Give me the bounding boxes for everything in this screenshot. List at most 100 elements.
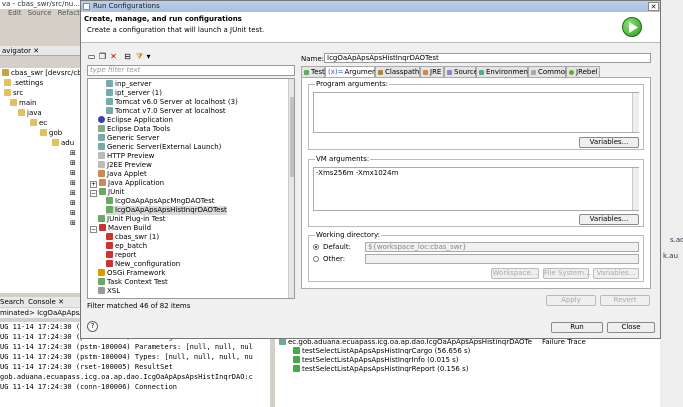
project-icon: [2, 69, 9, 76]
junit-results: ec.gob.aduana.ecuapass.icg.oa.ap.dao.Icg…: [275, 338, 683, 407]
tab-test[interactable]: Test: [301, 66, 325, 77]
tab-environment[interactable]: Environment: [476, 66, 531, 77]
tree-item[interactable]: Eclipse Application: [98, 116, 173, 125]
working-directory-label: Working directory:: [315, 231, 381, 239]
generic-server-icon: [98, 134, 105, 141]
tree-item-java[interactable]: java: [0, 108, 80, 118]
tree-item[interactable]: J2EE Preview: [98, 161, 152, 170]
maven-icon: [99, 224, 106, 231]
tree-item-project[interactable]: cbas_swr [devsrc/cbas: [0, 68, 80, 78]
help-icon[interactable]: ?: [87, 321, 98, 332]
tree-scrollbar[interactable]: [288, 79, 294, 298]
tree-item-settings[interactable]: .settings: [0, 78, 80, 88]
collapse-icon[interactable]: −: [90, 190, 97, 197]
console-line: UG 11-14 17:24:30 (rset-100005) ResultSe…: [0, 363, 173, 371]
junit-test-row[interactable]: testSelectListApApsApsHistInqrReport (0.…: [275, 365, 683, 374]
junit-suite-icon: [279, 338, 286, 345]
maven-icon: [106, 242, 113, 249]
expand-icon[interactable]: +: [90, 181, 97, 188]
tree-item[interactable]: − Maven Build: [90, 224, 151, 233]
duplicate-icon[interactable]: ❐: [98, 52, 107, 61]
tab-jrebel[interactable]: JRebel: [566, 66, 600, 77]
variables-button[interactable]: Variables...: [593, 268, 639, 279]
other-radio[interactable]: [313, 256, 319, 262]
tree-item[interactable]: inp_server: [106, 80, 151, 89]
collapse-icon[interactable]: −: [90, 226, 97, 233]
delete-icon[interactable]: ✕: [109, 52, 118, 61]
program-arguments-scrollbar[interactable]: [632, 93, 639, 132]
apply-button[interactable]: Apply: [546, 295, 596, 306]
tab-jre[interactable]: JRE: [420, 66, 444, 77]
tab-console[interactable]: Console ✕: [28, 298, 64, 306]
tree-item-main[interactable]: main: [0, 98, 80, 108]
collapse-all-icon[interactable]: ⊟: [123, 52, 132, 61]
tree-item[interactable]: cbas_swr (1): [106, 233, 159, 242]
menu-source[interactable]: Source: [28, 9, 52, 17]
tree-item[interactable]: HTTP Preview: [98, 152, 154, 161]
run-button[interactable]: Run: [551, 322, 603, 333]
tree-item[interactable]: New_configuration: [106, 260, 180, 269]
tree-item[interactable]: Tomcat v6.0 Server at localhost (3): [106, 98, 238, 107]
tab-classpath[interactable]: Classpath: [375, 66, 420, 77]
folder-icon: [40, 129, 47, 136]
tree-item-gob[interactable]: gob: [0, 128, 80, 138]
maven-icon: [106, 233, 113, 240]
tree-item[interactable]: Java Applet: [98, 170, 147, 179]
eclipse-menubar: Edit Source Refactor: [0, 9, 87, 18]
program-arguments-input[interactable]: [313, 92, 639, 133]
junit-test-icon: [106, 197, 113, 204]
tree-item[interactable]: + Java Application: [90, 179, 164, 188]
tree-item[interactable]: Eclipse Data Tools: [98, 125, 170, 134]
failure-trace-label: Failure Trace: [541, 338, 586, 346]
tree-item[interactable]: ipt_server (1): [106, 89, 162, 98]
tab-common[interactable]: Common: [528, 66, 570, 77]
tree-item[interactable]: − JUnit: [90, 188, 124, 197]
tree-item[interactable]: ep_batch: [106, 242, 147, 251]
tree-item[interactable]: IcgOaApApsApcMngDAOTest: [106, 197, 215, 206]
tree-item-src[interactable]: src: [0, 88, 80, 98]
tab-source[interactable]: Source: [444, 66, 478, 77]
tree-item[interactable]: OSGi Framework: [98, 269, 165, 278]
tree-item-ec[interactable]: ec: [0, 118, 80, 128]
console-line: gob.aduana.ecuapass.icg.oa.ap.dao.IcgOaA…: [0, 373, 253, 381]
junit-root[interactable]: ec.gob.aduana.ecuapass.icg.oa.ap.dao.Icg…: [275, 338, 683, 347]
file-system-button[interactable]: File System...: [543, 268, 591, 279]
editor-fragment: k.au: [663, 252, 679, 260]
new-config-icon[interactable]: ▭: [87, 52, 96, 61]
tree-item[interactable]: Generic Server(External Launch): [98, 143, 221, 152]
dialog-title: Run Configurations: [93, 2, 160, 10]
tree-item[interactable]: Task Context Test: [98, 278, 168, 287]
close-icon[interactable]: ✕: [648, 2, 659, 11]
tree-item[interactable]: Generic Server: [98, 134, 159, 143]
vm-variables-button[interactable]: Variables...: [579, 214, 639, 225]
close-button[interactable]: Close: [607, 322, 655, 333]
run-config-icon: [83, 3, 90, 10]
filter-input[interactable]: type filter text: [87, 65, 295, 76]
junit-test-row[interactable]: testSelectListApApsApsHistInqrInfo (0.01…: [275, 356, 683, 365]
vm-arguments-scrollbar[interactable]: [632, 168, 639, 210]
tree-item-adu[interactable]: adu: [0, 138, 80, 148]
scrollbar-thumb[interactable]: [290, 97, 294, 177]
tree-item[interactable]: XSL: [98, 287, 120, 296]
test-pass-icon: [293, 365, 300, 372]
revert-button[interactable]: Revert: [600, 295, 650, 306]
program-variables-button[interactable]: Variables...: [579, 137, 639, 148]
junit-test-row[interactable]: testSelectListApApsApsHistInqrCargo (56.…: [275, 347, 683, 356]
tree-item[interactable]: JUnit Plug-in Test: [98, 215, 166, 224]
menu-edit[interactable]: Edit: [8, 9, 22, 17]
chevron-down-icon[interactable]: ▾: [144, 52, 153, 61]
server-icon: [106, 98, 113, 105]
tab-search[interactable]: Search: [0, 298, 24, 306]
vm-arguments-input[interactable]: -Xms256m -Xmx1024m: [313, 167, 639, 211]
navigator-tree: cbas_swr [devsrc/cbas .settings src main…: [0, 68, 80, 293]
default-radio[interactable]: [313, 244, 319, 250]
data-tools-icon: [98, 125, 105, 132]
name-field[interactable]: IcgOaApApsApsHistInqrDAOTest: [324, 53, 651, 63]
workspace-button[interactable]: Workspace...: [491, 268, 539, 279]
tree-item[interactable]: Tomcat v7.0 Server at localhost: [106, 107, 226, 116]
navigator-tab[interactable]: avigator ✕: [0, 46, 80, 56]
filter-icon[interactable]: ⧩: [135, 52, 144, 61]
source-icon: [447, 70, 452, 75]
tree-item[interactable]: report: [106, 251, 136, 260]
tree-item-selected[interactable]: IcgOaApApsApsHistInqrDAOTest: [106, 206, 227, 215]
